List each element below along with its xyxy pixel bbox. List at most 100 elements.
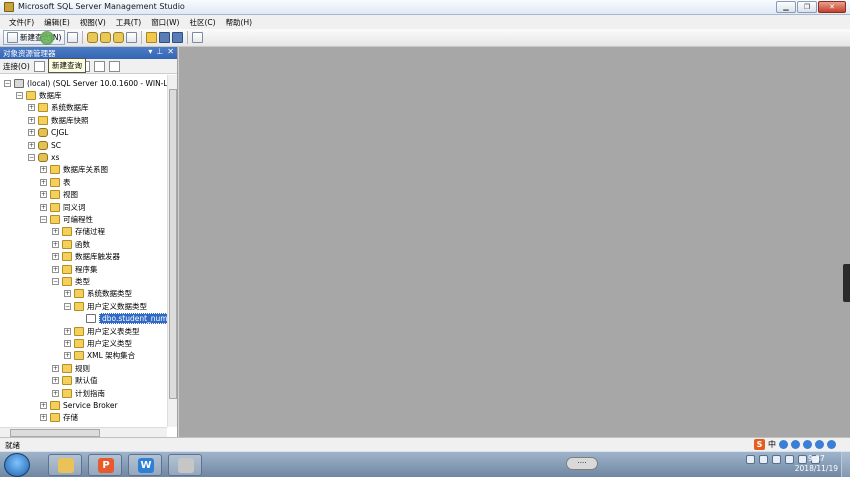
tree-node[interactable]: − (local) (SQL Server 10.0.1600 - WIN-L2 [4,77,167,89]
ime-keyboard-icon[interactable] [803,439,812,449]
activity-monitor-icon[interactable] [192,32,204,43]
tree-node[interactable]: + 规则 [52,362,90,374]
tray-shield-icon[interactable] [785,455,794,464]
expand-icon[interactable]: + [28,129,35,137]
new-query-button[interactable]: 新建查询(N) [3,30,66,45]
taskbar-app-explorer[interactable] [48,454,82,476]
expand-icon[interactable]: + [40,191,47,199]
ime-settings-icon[interactable] [827,439,836,449]
tree-node[interactable]: + 系统数据类型 [64,288,132,300]
tree-node[interactable]: + 存储过程 [52,226,105,238]
tree-node[interactable]: + SC [28,139,61,151]
expand-icon[interactable]: + [28,116,35,124]
tree-node[interactable]: + XML 架构集合 [64,350,135,362]
expand-icon[interactable]: + [64,339,71,347]
menu-item[interactable]: 帮助(H) [221,15,258,29]
analysis-query-icon[interactable] [100,32,112,43]
tree-node[interactable]: + 表 [40,176,71,188]
tree-node[interactable]: + 默认值 [52,375,98,387]
tree-node[interactable]: + 同义词 [40,201,86,213]
tree-horizontal-scrollbar[interactable] [0,427,167,437]
collapse-icon[interactable]: − [64,302,71,310]
expand-icon[interactable]: + [52,377,59,385]
menu-item[interactable]: 窗口(W) [146,15,184,29]
tree-node[interactable]: + 数据库快照 [28,114,89,126]
expand-icon[interactable]: + [40,401,47,409]
expand-icon[interactable]: + [52,253,59,261]
tree-node[interactable]: + Service Broker [40,399,118,411]
tree-node[interactable]: + 程序集 [52,263,98,275]
ime-voice-icon[interactable] [791,439,800,449]
expand-icon[interactable]: + [40,203,47,211]
dmx-query-icon[interactable] [126,32,138,43]
expand-icon[interactable]: + [28,104,35,112]
sogou-ime-icon[interactable]: S [754,438,765,450]
tree-node[interactable]: − 类型 [52,275,90,287]
side-widget-tab[interactable] [843,264,850,302]
pin-icon[interactable]: ⊥ [156,47,163,56]
ime-mode[interactable]: 中 [768,439,776,450]
minimize-button[interactable]: ▁ [776,1,796,13]
scrollbar-thumb[interactable] [10,429,100,437]
ime-punctuation-icon[interactable] [779,439,788,449]
expand-icon[interactable]: + [64,327,71,335]
tree-node[interactable]: + 存储 [40,412,78,424]
mdx-query-icon[interactable] [113,32,125,43]
tree-node[interactable]: − 可编程性 [40,213,93,225]
tree-node[interactable]: − 数据库 [16,89,62,101]
tree-node[interactable]: + 用户定义表类型 [64,325,140,337]
menu-item[interactable]: 编辑(E) [39,15,75,29]
taskbar-app-wps-presentation[interactable]: P [88,454,122,476]
show-desktop-button[interactable] [841,452,850,477]
ime-skin-icon[interactable] [815,439,824,449]
expand-icon[interactable]: + [64,352,71,360]
summary-icon[interactable] [108,60,120,72]
expand-icon[interactable]: + [52,228,59,236]
tree-vertical-scrollbar[interactable] [167,75,177,427]
expand-icon[interactable]: + [52,389,59,397]
new-file-icon[interactable] [67,32,79,43]
tree-node[interactable]: dbo.student_num [76,313,167,325]
menu-item[interactable]: 工具(T) [111,15,146,29]
expand-icon[interactable]: + [28,141,35,149]
save-icon[interactable] [159,32,171,43]
tree-node[interactable]: + 视图 [40,189,78,201]
expand-icon[interactable]: + [52,240,59,248]
start-button[interactable] [4,453,30,477]
collapse-icon[interactable]: − [40,215,47,223]
connect-dropdown[interactable]: 连接(O) [3,61,30,72]
tree-node[interactable]: + 数据库关系图 [40,164,108,176]
tray-sogou-icon[interactable] [772,455,781,464]
open-folder-icon[interactable] [146,32,158,43]
connect-icon[interactable] [33,60,45,72]
tree-node[interactable]: + 数据库触发器 [52,251,120,263]
save-all-icon[interactable] [172,32,184,43]
tray-arrow-icon[interactable] [746,455,755,464]
maximize-button[interactable]: ❐ [797,1,817,13]
tree-node[interactable]: + 用户定义类型 [64,337,132,349]
refresh-icon[interactable] [93,60,105,72]
tray-wechat-icon[interactable] [759,455,768,464]
menu-item[interactable]: 社区(C) [184,15,220,29]
collapse-icon[interactable]: − [28,153,35,161]
dropdown-icon[interactable]: ▾ [148,47,152,56]
close-button[interactable]: ✕ [818,1,846,13]
tree-node[interactable]: − xs [28,151,59,163]
tree-node[interactable]: + 系统数据库 [28,102,89,114]
expand-icon[interactable]: + [52,364,59,372]
scrollbar-thumb[interactable] [169,89,177,399]
menu-item[interactable]: 视图(V) [75,15,111,29]
expand-icon[interactable]: + [64,290,71,298]
taskbar-clock[interactable]: 9:37 2018/11/19 [795,454,838,474]
expand-icon[interactable]: + [40,166,47,174]
collapse-icon[interactable]: − [16,91,23,99]
tree-node[interactable]: + CJGL [28,127,68,139]
collapse-icon[interactable]: − [4,79,11,87]
database-engine-query-icon[interactable] [87,32,99,43]
taskbar-widget[interactable]: ···· [566,457,598,470]
expand-icon[interactable]: + [52,265,59,273]
close-panel-icon[interactable]: ✕ [167,47,174,56]
tree-node[interactable]: + 计划指南 [52,387,105,399]
expand-icon[interactable]: + [40,178,47,186]
tree-node[interactable]: − 用户定义数据类型 [64,300,147,312]
